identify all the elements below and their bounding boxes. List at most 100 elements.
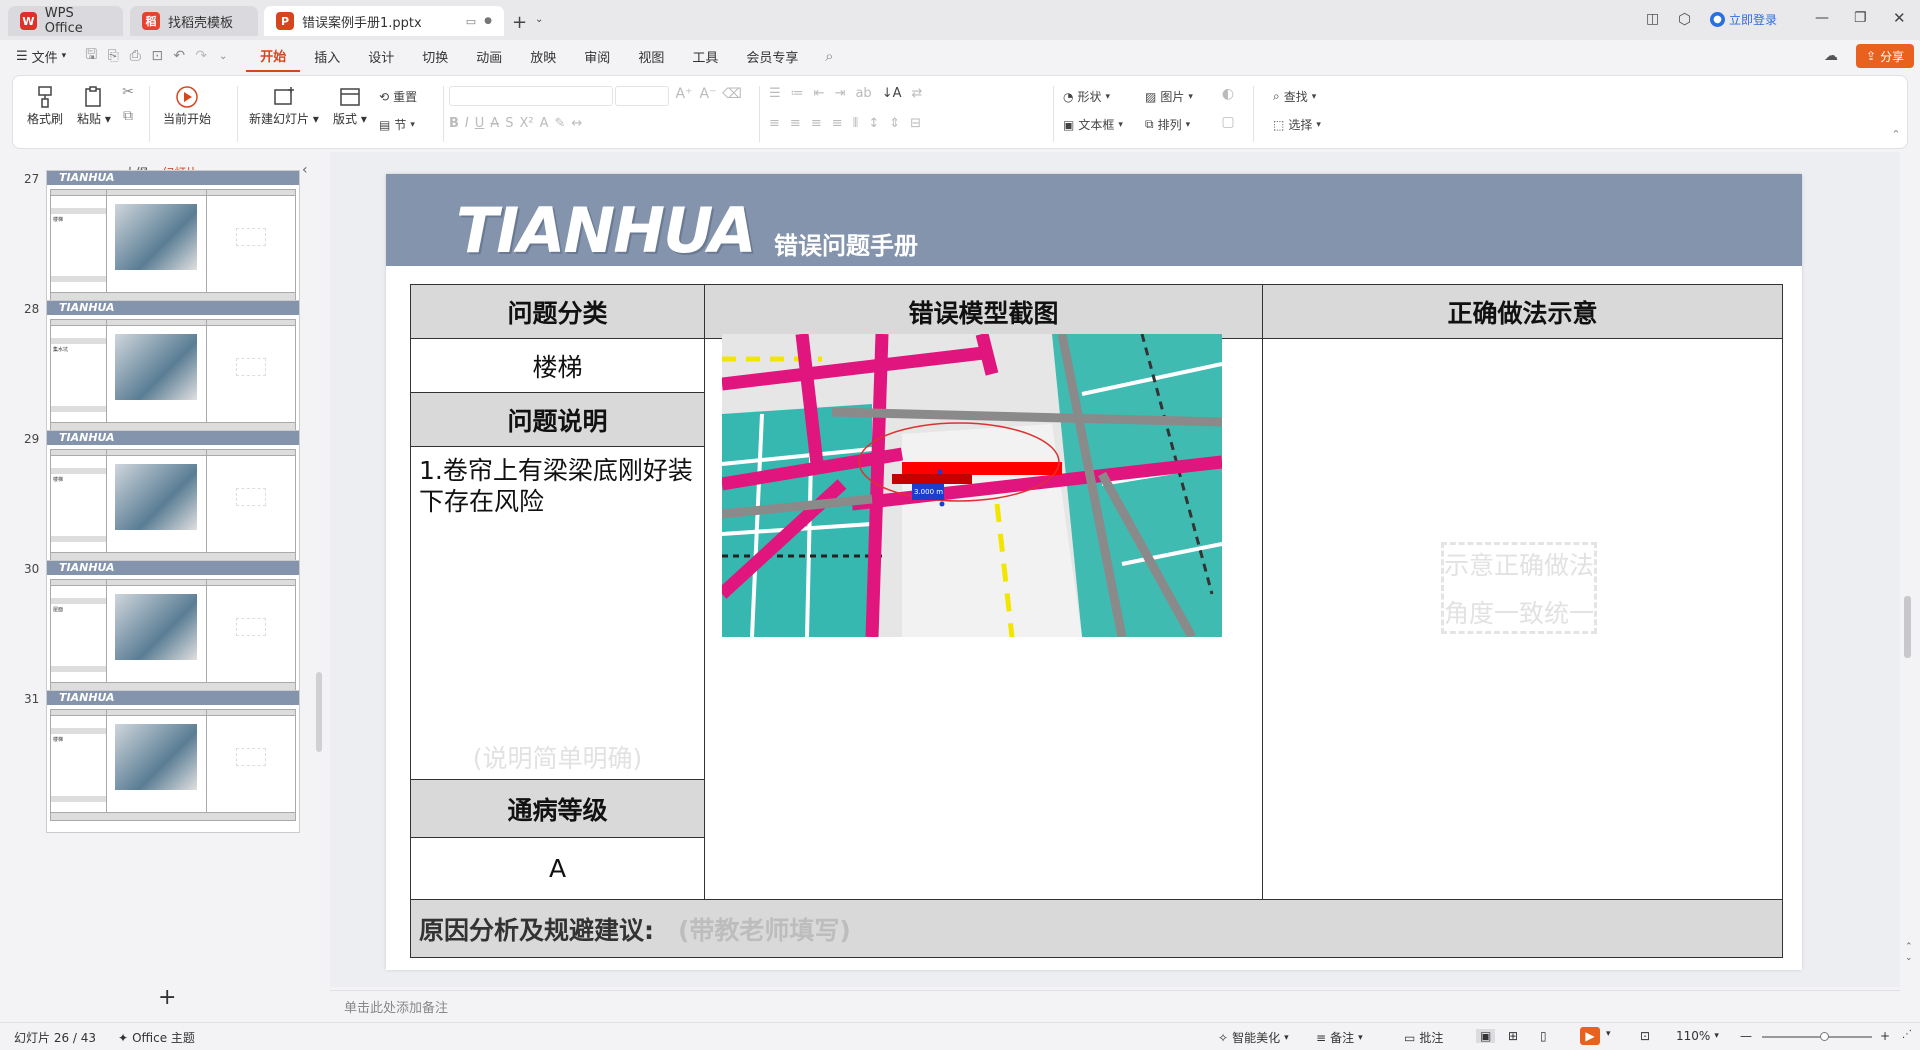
char-spacing-icon[interactable]: ↔ bbox=[571, 116, 582, 131]
slide[interactable]: TIANHUA 错误问题手册 问题分类 错误模型截图 正确做法示意 楼梯 3.0… bbox=[386, 174, 1802, 970]
textbox-button[interactable]: ▣ 文本框 ▾ bbox=[1063, 116, 1123, 133]
close-icon[interactable]: ✕ bbox=[1893, 9, 1906, 27]
grow-font-icon[interactable]: A⁺ bbox=[673, 86, 695, 102]
tab-view[interactable]: 视图 bbox=[624, 40, 678, 72]
normal-view-icon[interactable]: ▣ bbox=[1476, 1029, 1496, 1043]
font-color-icon[interactable]: A bbox=[540, 116, 549, 131]
sort-icon[interactable]: ↓A bbox=[882, 86, 902, 101]
notes-area[interactable]: 单击此处添加备注 bbox=[330, 990, 1900, 1022]
shadow-icon[interactable]: S bbox=[505, 116, 513, 131]
tab-review[interactable]: 审阅 bbox=[570, 40, 624, 72]
find-button[interactable]: ⌕ 查找 ▾ bbox=[1273, 88, 1316, 105]
reset-button[interactable]: ⟲ 重置 bbox=[379, 88, 417, 105]
font-family-select[interactable] bbox=[449, 86, 613, 106]
clear-format-icon[interactable]: ⌫ bbox=[721, 86, 743, 102]
zoom-slider-thumb[interactable] bbox=[1820, 1032, 1829, 1041]
chat-icon[interactable]: ☁ bbox=[1824, 48, 1838, 64]
notes-button[interactable]: ≡ 备注 ▾ bbox=[1316, 1029, 1363, 1046]
strikethrough-icon[interactable]: A bbox=[490, 116, 499, 131]
scroll-page-arrows-icon[interactable]: ⌃ ⌄ bbox=[1905, 942, 1913, 964]
undo-icon[interactable]: ↶ bbox=[168, 48, 190, 64]
header-category[interactable]: 问题分类 bbox=[410, 284, 705, 339]
tab-animations[interactable]: 动画 bbox=[462, 40, 516, 72]
add-slide-button[interactable]: + bbox=[158, 985, 176, 1010]
correct-cell[interactable]: 示意正确做法 角度一致统一 bbox=[1262, 338, 1783, 900]
print-icon[interactable]: ⎙ bbox=[124, 48, 146, 64]
layout-icon[interactable]: ◫ bbox=[1646, 11, 1659, 27]
distribute-icon[interactable]: ⦀ bbox=[853, 116, 859, 131]
model-screenshot[interactable]: 3.000 m bbox=[722, 334, 1222, 637]
resize-handle-icon[interactable]: ⋰ bbox=[1902, 1029, 1912, 1040]
tab-wps-office[interactable]: W WPS Office bbox=[8, 6, 123, 36]
decrease-indent-icon[interactable]: ⇤ bbox=[814, 86, 825, 101]
paste-button[interactable]: 粘贴 ▾ bbox=[77, 84, 111, 127]
redo-icon[interactable]: ↷ bbox=[190, 48, 212, 64]
underline-icon[interactable]: U bbox=[475, 116, 485, 131]
export-icon[interactable]: ⎘ bbox=[102, 48, 124, 64]
text-direction-icon[interactable]: ab bbox=[855, 86, 871, 101]
new-tab-icon[interactable]: + bbox=[512, 12, 527, 33]
footer-cell[interactable]: 原因分析及规避建议: (带教老师填写) bbox=[410, 899, 1783, 958]
outline-icon[interactable]: ▢ bbox=[1217, 114, 1239, 130]
align-left-icon[interactable]: ≡ bbox=[769, 116, 780, 131]
bullet-list-icon[interactable]: ☰ bbox=[769, 86, 781, 101]
shrink-font-icon[interactable]: A⁻ bbox=[697, 86, 719, 102]
file-menu[interactable]: ☰ 文件 ▾ bbox=[0, 47, 80, 66]
highlight-icon[interactable]: ✎ bbox=[554, 116, 565, 131]
zoom-out-icon[interactable]: — bbox=[1740, 1029, 1752, 1043]
layout-button[interactable]: 版式 ▾ bbox=[333, 84, 367, 127]
italic-icon[interactable]: I bbox=[465, 116, 469, 131]
header-correct[interactable]: 正确做法示意 bbox=[1262, 284, 1783, 339]
unsaved-dot-icon[interactable]: ● bbox=[484, 16, 492, 26]
zoom-level[interactable]: 110% ▾ bbox=[1676, 1029, 1719, 1043]
section-button[interactable]: ▤ 节 ▾ bbox=[379, 116, 415, 133]
level-value[interactable]: A bbox=[410, 837, 705, 900]
preview-icon[interactable]: ⊡ bbox=[146, 48, 168, 64]
thumbnail-preview[interactable]: TIANHUA 楼梯 bbox=[46, 430, 300, 573]
align-right-icon[interactable]: ≡ bbox=[811, 116, 822, 131]
play-current-button[interactable]: 当前开始 bbox=[163, 84, 211, 127]
thumbnail-preview[interactable]: TIANHUA 集水坑 bbox=[46, 300, 300, 443]
fill-icon[interactable]: ◐ bbox=[1217, 86, 1239, 102]
thumbnail-preview[interactable]: TIANHUA 屋面 bbox=[46, 560, 300, 703]
tab-design[interactable]: 设计 bbox=[354, 40, 408, 72]
more-chevron-icon[interactable]: ⌄ bbox=[212, 51, 234, 62]
share-button[interactable]: ⇪ 分享 bbox=[1856, 44, 1915, 68]
login-button[interactable]: ● 立即登录 bbox=[1710, 11, 1777, 28]
increase-indent-icon[interactable]: ⇥ bbox=[835, 86, 846, 101]
arrange-button[interactable]: ⧉ 排列 ▾ bbox=[1145, 116, 1190, 133]
thumbnail-preview[interactable]: TIANHUA 楼梯 bbox=[46, 690, 300, 833]
minimize-icon[interactable]: — bbox=[1815, 10, 1829, 26]
bold-icon[interactable]: B bbox=[449, 116, 459, 131]
format-painter-button[interactable]: 格式刷 bbox=[27, 84, 63, 127]
restore-icon[interactable]: ❐ bbox=[1854, 10, 1867, 26]
paragraph-spacing-icon[interactable]: ⇕ bbox=[889, 116, 900, 131]
category-value[interactable]: 楼梯 bbox=[410, 338, 705, 393]
beautify-button[interactable]: ✧ 智能美化 ▾ bbox=[1218, 1029, 1289, 1046]
chevron-down-icon[interactable]: ⌄ bbox=[535, 14, 543, 25]
text-box-align-icon[interactable]: ⊟ bbox=[910, 116, 921, 131]
select-button[interactable]: ⬚ 选择 ▾ bbox=[1273, 116, 1321, 133]
header-level[interactable]: 通病等级 bbox=[410, 779, 705, 838]
cut-icon[interactable]: ✂ bbox=[117, 84, 139, 100]
line-spacing-icon[interactable]: ↕ bbox=[868, 116, 879, 131]
monitor-icon[interactable]: ▭ bbox=[466, 15, 476, 28]
header-description[interactable]: 问题说明 bbox=[410, 392, 705, 447]
align-center-icon[interactable]: ≡ bbox=[790, 116, 801, 131]
theme-button[interactable]: ✦ Office 主题 bbox=[118, 1029, 195, 1046]
tab-document[interactable]: P 错误案例手册1.pptx ▭ ● bbox=[264, 6, 504, 36]
save-icon[interactable]: 🖫 bbox=[80, 44, 102, 68]
search-icon[interactable]: ⌕ bbox=[818, 47, 840, 65]
zoom-in-icon[interactable]: + bbox=[1880, 1029, 1890, 1043]
superscript-icon[interactable]: X² bbox=[519, 116, 533, 131]
cube-icon[interactable]: ⬡ bbox=[1678, 10, 1691, 28]
play-slideshow-icon[interactable]: ▶ bbox=[1580, 1027, 1600, 1045]
thumbnail-preview[interactable]: TIANHUA 楼梯 bbox=[46, 170, 300, 313]
thumbnail-scrollbar[interactable] bbox=[316, 672, 322, 752]
numbered-list-icon[interactable]: ≔ bbox=[791, 86, 804, 101]
fit-window-icon[interactable]: ⊡ bbox=[1640, 1029, 1650, 1043]
tab-slideshow[interactable]: 放映 bbox=[516, 40, 570, 72]
reading-view-icon[interactable]: ▯ bbox=[1540, 1029, 1547, 1043]
shape-button[interactable]: ◔ 形状 ▾ bbox=[1063, 88, 1110, 105]
tab-transitions[interactable]: 切换 bbox=[408, 40, 462, 72]
